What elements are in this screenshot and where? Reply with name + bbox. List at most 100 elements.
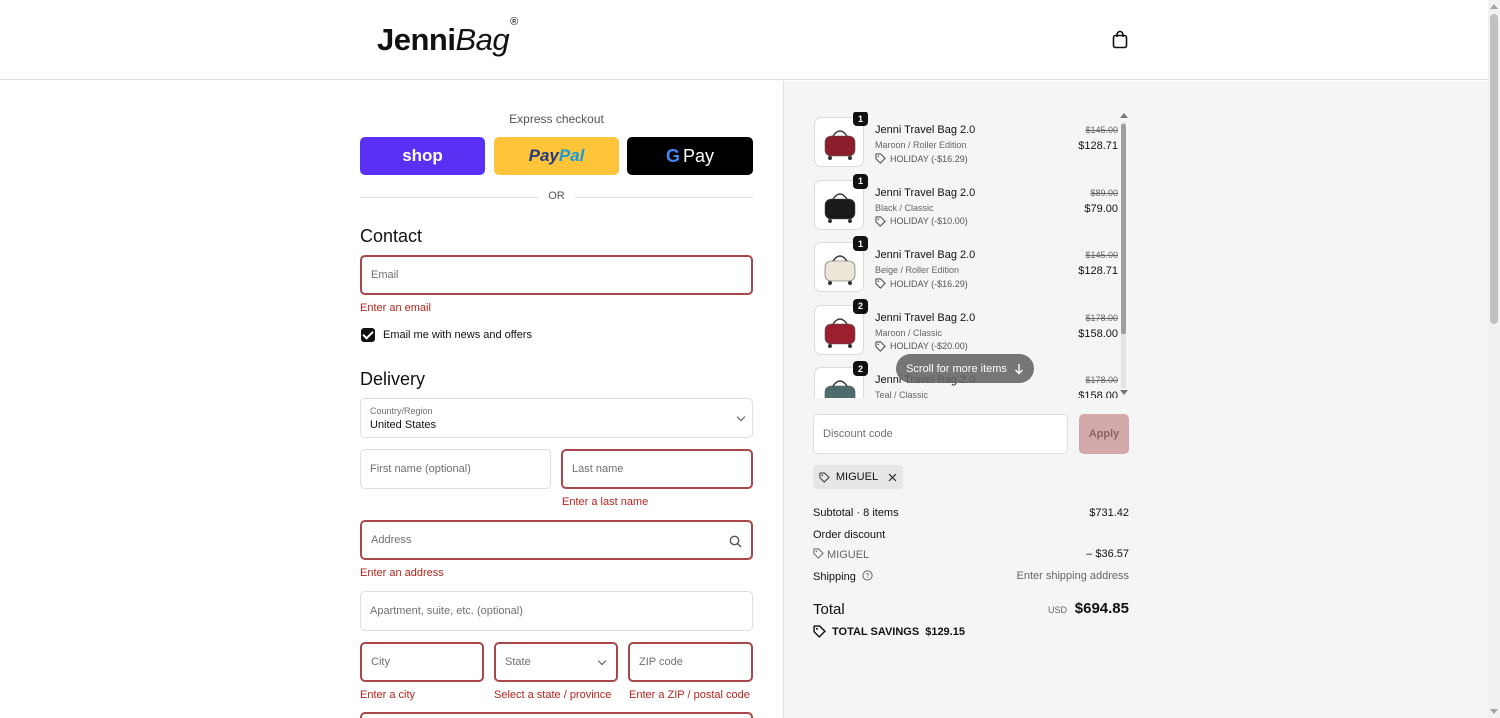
zip-placeholder: ZIP code	[639, 656, 683, 668]
total-value: $694.85	[1074, 600, 1129, 617]
scrollbar-thumb[interactable]	[1121, 124, 1126, 334]
state-placeholder: State	[505, 656, 531, 668]
shipping-row: Shipping ? Enter shipping address	[813, 570, 1129, 583]
discount-code-input[interactable]: Discount code	[813, 414, 1068, 454]
header: JenniBag®	[0, 0, 1488, 80]
item-price: $158.00	[1078, 390, 1118, 398]
shipping-label: Shipping	[813, 571, 856, 583]
item-discount: HOLIDAY (-$16.29)	[875, 278, 968, 289]
cart-items-scrollbar[interactable]	[1119, 112, 1129, 398]
city-placeholder: City	[371, 656, 390, 668]
scrollbar-thumb[interactable]	[1490, 14, 1498, 324]
item-original-price: $89.00	[1090, 187, 1118, 198]
scroll-down-arrow-icon[interactable]	[1490, 709, 1498, 714]
cart-button[interactable]	[1109, 29, 1131, 51]
cart-item: 1 Jenni Travel Bag 2.0 Black / Classic HOLI…	[813, 173, 1118, 232]
tag-icon	[813, 625, 826, 638]
tag-icon	[875, 215, 886, 227]
item-variant: Maroon / Classic	[875, 327, 943, 338]
address-placeholder: Address	[371, 534, 412, 546]
cart-item: 2 Jenni Travel Bag 2.0 Maroon / Classic HOL…	[813, 298, 1118, 357]
savings-label: TOTAL SAVINGS	[832, 625, 920, 638]
city-field[interactable]: City	[360, 642, 484, 682]
order-discount-code: MIGUEL	[827, 549, 870, 561]
newsletter-checkbox[interactable]	[361, 328, 375, 342]
brand-logo[interactable]: JenniBag®	[377, 16, 518, 58]
apply-button[interactable]: Apply	[1079, 414, 1129, 454]
tag-icon	[819, 471, 830, 483]
item-price: $158.00	[1078, 327, 1118, 340]
arrow-down-icon	[1014, 363, 1023, 374]
checkout-page: JenniBag® Express checkout shop Pay Pal G…	[0, 0, 1500, 718]
quantity-badge: 2	[853, 361, 868, 376]
applied-code-label: MIGUEL	[835, 471, 879, 483]
last-name-error: Enter a last name	[562, 496, 649, 508]
delivery-heading: Delivery	[360, 369, 426, 389]
zip-field[interactable]: ZIP code	[628, 642, 753, 682]
last-name-field[interactable]: Last name	[561, 449, 753, 489]
address-error: Enter an address	[360, 567, 444, 579]
total-label: Total	[813, 601, 845, 618]
item-discount-label: HOLIDAY (-$16.29)	[890, 278, 968, 289]
last-name-placeholder: Last name	[572, 463, 624, 475]
scroll-hint-label: Scroll for more items	[906, 362, 1007, 375]
item-variant: Maroon / Roller Edition	[875, 140, 967, 150]
total-savings: TOTAL SAVINGS $129.15	[813, 625, 965, 638]
address-field[interactable]: Address	[360, 520, 753, 560]
country-label: Country/Region	[370, 406, 433, 416]
tag-icon	[875, 278, 886, 289]
scroll-down-arrow-icon[interactable]	[1120, 390, 1128, 395]
order-discount-row: Order discount	[813, 529, 1129, 541]
item-variant: Teal / Classic	[875, 390, 929, 398]
item-discount: HOLIDAY (-$16.29)	[875, 153, 968, 164]
logo-bold: Jenni	[377, 22, 456, 57]
scroll-for-more-button[interactable]: Scroll for more items	[896, 354, 1034, 383]
paypal-label-pal: Pal	[558, 146, 585, 165]
shop-pay-button[interactable]: shop	[360, 137, 485, 175]
newsletter-label[interactable]: Email me with news and offers	[383, 329, 532, 341]
divider-line	[575, 197, 753, 198]
chevron-down-icon	[736, 412, 746, 422]
first-name-placeholder: First name (optional)	[370, 463, 471, 475]
savings-value: $129.15	[925, 625, 965, 638]
applied-code-chip: MIGUEL	[813, 465, 903, 489]
subtotal-value: $731.42	[1089, 507, 1129, 519]
state-select[interactable]: State	[494, 642, 618, 682]
email-placeholder: Email	[371, 269, 399, 281]
paypal-label-pay: Pay	[528, 146, 559, 165]
country-select[interactable]: Country/Region United States	[360, 398, 753, 438]
chevron-down-icon	[597, 656, 607, 666]
item-name: Jenni Travel Bag 2.0	[875, 186, 976, 199]
item-variant: Black / Classic	[875, 202, 934, 213]
item-variant: Beige / Roller Edition	[875, 265, 960, 275]
item-discount-label: HOLIDAY (-$20.00)	[890, 341, 968, 351]
item-name: Jenni Travel Bag 2.0	[875, 249, 976, 261]
help-circle-icon[interactable]: ?	[862, 570, 873, 581]
close-icon[interactable]	[888, 473, 897, 482]
tag-icon	[875, 153, 886, 164]
google-pay-label: Pay	[682, 145, 715, 166]
item-discount: HOLIDAY (-$20.00)	[875, 340, 968, 352]
scroll-up-arrow-icon[interactable]	[1120, 113, 1128, 118]
first-name-field[interactable]: First name (optional)	[360, 449, 551, 489]
item-price: $128.71	[1078, 265, 1118, 277]
country-value: United States	[370, 419, 437, 431]
cart-item: 1 Jenni Travel Bag 2.0 Beige / Roller Edit…	[813, 236, 1118, 294]
item-price: $128.71	[1078, 140, 1118, 152]
or-divider: OR	[360, 189, 753, 205]
phone-field[interactable]	[360, 712, 753, 718]
email-field[interactable]: Email	[360, 255, 753, 295]
item-original-price: $145.00	[1085, 250, 1118, 260]
order-discount-label: Order discount	[813, 529, 886, 541]
total-row: Total USD $694.85	[813, 600, 1129, 622]
item-price: $79.00	[1084, 202, 1118, 215]
google-pay-button[interactable]: G Pay	[627, 137, 753, 175]
paypal-button[interactable]: Pay Pal	[494, 137, 619, 175]
quantity-badge: 1	[853, 173, 868, 189]
tag-icon	[813, 548, 824, 559]
scroll-up-arrow-icon[interactable]	[1490, 4, 1498, 9]
apartment-field[interactable]: Apartment, suite, etc. (optional)	[360, 591, 753, 631]
order-discount-value: – $36.57	[1086, 548, 1129, 560]
page-scrollbar[interactable]	[1488, 0, 1500, 718]
cart-item: 1 Jenni Travel Bag 2.0 Maroon / Roller Edi…	[813, 112, 1118, 169]
